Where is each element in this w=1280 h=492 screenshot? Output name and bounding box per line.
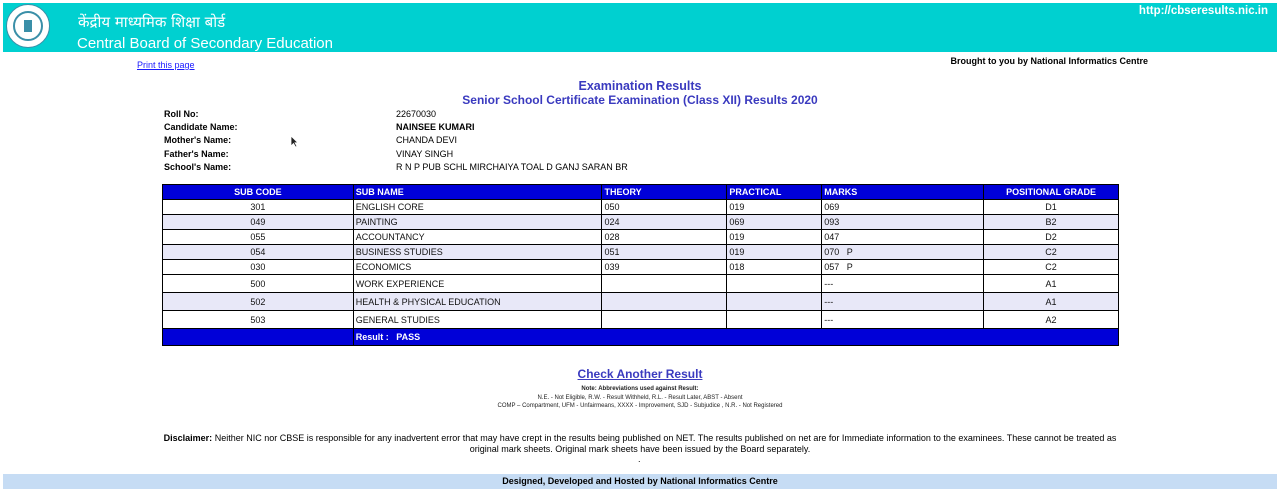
note-line-2: COMP – Compartment, UFM - Unfairmeans, X… [497,403,783,409]
mother-value: CHANDA DEVI [396,135,458,145]
grade-cell: D1 [983,199,1119,215]
practical-cell [726,274,823,293]
cbse-logo-icon [6,4,50,48]
theory-cell: 050 [601,199,728,215]
note-title: Note: Abbreviations used against Result: [581,386,699,392]
grade-cell: A1 [983,292,1119,311]
note-line-1: N.E. - Not Eligible, R.W. - Result Withh… [537,395,743,401]
sub-name-cell: ACCOUNTANCY [352,229,603,245]
theory-cell: 028 [601,229,728,245]
col-header-marks: MARKS [821,184,985,200]
roll-label: Roll No: [164,109,199,119]
candidate-value: NAINSEE KUMARI [396,122,475,132]
site-url: http://cbseresults.nic.in [1138,5,1268,17]
sub-code-cell: 055 [162,229,354,245]
table-row: 049 PAINTING 024 069 093 B2 [162,214,1119,230]
result-row: Result : PASS [162,328,1120,346]
marks-cell: 070 P [821,244,985,260]
table-row: 030 ECONOMICS 039 018 057 P C2 [162,259,1119,275]
theory-cell: 051 [601,244,728,260]
disclaimer-text: Neither NIC nor CBSE is responsible for … [212,433,1117,454]
theory-cell [601,310,728,329]
grade-cell: D2 [983,229,1119,245]
english-title: Central Board of Secondary Education [77,35,333,52]
separator-dot: . [638,454,641,464]
theory-cell: 039 [601,259,728,275]
practical-cell [726,310,823,329]
print-page-link[interactable]: Print this page [137,60,195,70]
col-header-theory: THEORY [601,184,728,200]
disclaimer-label: Disclaimer: [163,433,213,443]
sub-code-cell: 502 [162,292,354,311]
father-value: VINAY SINGH [396,149,454,159]
marks-table: SUB CODE SUB NAME THEORY PRACTICAL MARKS… [162,184,1120,346]
practical-cell: 018 [726,259,823,275]
practical-cell: 019 [726,199,823,215]
footer-bar: Designed, Developed and Hosted by Nation… [3,474,1277,489]
table-row: 301 ENGLISH CORE 050 019 069 D1 [162,199,1119,215]
check-another-result-link[interactable]: Check Another Result [0,367,1280,381]
school-label: School's Name: [164,162,232,172]
sub-code-cell: 301 [162,199,354,215]
roll-value: 22670030 [396,109,437,119]
col-header-sub-name: SUB NAME [352,184,603,200]
practical-cell [726,292,823,311]
sub-name-cell: ECONOMICS [352,259,603,275]
col-header-sub-code: SUB CODE [162,184,354,200]
marks-cell: --- [821,310,985,329]
mouse-cursor-icon [290,135,299,148]
grade-cell: A1 [983,274,1119,293]
theory-cell: 024 [601,214,728,230]
exam-subtitle: Senior School Certificate Examination (C… [462,93,818,107]
table-header-row: SUB CODE SUB NAME THEORY PRACTICAL MARKS… [162,184,1119,200]
page-title: Examination Results [578,79,702,93]
col-header-practical: PRACTICAL [726,184,823,200]
practical-cell: 069 [726,214,823,230]
header-bar: केंद्रीय माध्यमिक शिक्षा बोर्ड Central B… [3,3,1277,52]
marks-cell: --- [821,274,985,293]
marks-cell: 057 P [821,259,985,275]
grade-cell: C2 [983,244,1119,260]
school-value: R N P PUB SCHL MIRCHAIYA TOAL D GANJ SAR… [396,162,628,172]
table-row: 502 HEALTH & PHYSICAL EDUCATION --- A1 [162,292,1119,311]
sub-name-cell: WORK EXPERIENCE [352,274,603,293]
table-row: 503 GENERAL STUDIES --- A2 [162,310,1119,329]
disclaimer: Disclaimer: Neither NIC nor CBSE is resp… [160,433,1120,455]
sub-name-cell: HEALTH & PHYSICAL EDUCATION [352,292,603,311]
sub-name-cell: GENERAL STUDIES [352,310,603,329]
marks-cell: 093 [821,214,985,230]
col-header-grade: POSITIONAL GRADE [983,184,1119,200]
practical-cell: 019 [726,244,823,260]
sub-code-cell: 030 [162,259,354,275]
hindi-title: केंद्रीय माध्यमिक शिक्षा बोर्ड [78,13,226,31]
table-row: 055 ACCOUNTANCY 028 019 047 D2 [162,229,1119,245]
sub-name-cell: BUSINESS STUDIES [352,244,603,260]
father-label: Father's Name: [164,149,229,159]
table-row: 500 WORK EXPERIENCE --- A1 [162,274,1119,293]
table-row: 054 BUSINESS STUDIES 051 019 070 P C2 [162,244,1119,260]
theory-cell [601,274,728,293]
marks-cell: 069 [821,199,985,215]
sub-code-cell: 500 [162,274,354,293]
candidate-label: Candidate Name: [164,122,238,132]
sub-name-cell: PAINTING [352,214,603,230]
theory-cell [601,292,728,311]
grade-cell: B2 [983,214,1119,230]
marks-cell: 047 [821,229,985,245]
grade-cell: C2 [983,259,1119,275]
result-text: Result : PASS [352,328,1120,346]
sub-code-cell: 503 [162,310,354,329]
mother-label: Mother's Name: [164,135,232,145]
sub-name-cell: ENGLISH CORE [352,199,603,215]
sub-code-cell: 049 [162,214,354,230]
sub-code-cell: 054 [162,244,354,260]
practical-cell: 019 [726,229,823,245]
marks-cell: --- [821,292,985,311]
brought-by-text: Brought to you by National Informatics C… [950,56,1148,66]
grade-cell: A2 [983,310,1119,329]
